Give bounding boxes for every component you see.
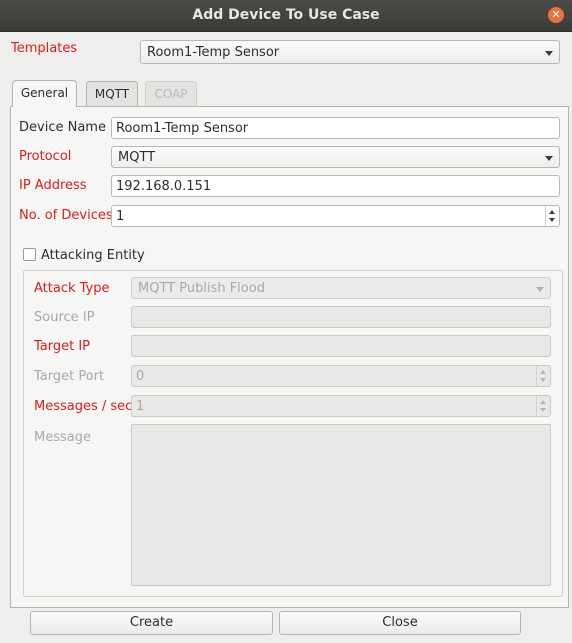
ip-address-value: 192.168.0.151 xyxy=(116,179,212,194)
chevron-down-icon xyxy=(545,156,553,161)
chevron-down-icon xyxy=(545,51,553,56)
tab-coap: COAP xyxy=(145,81,197,107)
attacking-entity-label: Attacking Entity xyxy=(41,248,145,263)
target-port-spinbox: 0 xyxy=(131,365,551,387)
spinner-arrows-icon xyxy=(536,366,550,386)
messages-per-sec-spinbox: 1 xyxy=(131,395,551,417)
protocol-select[interactable]: MQTT xyxy=(111,146,560,168)
message-label: Message xyxy=(34,430,91,445)
num-devices-label: No. of Devices xyxy=(19,208,113,223)
messages-per-sec-value: 1 xyxy=(136,399,145,414)
tab-mqtt[interactable]: MQTT xyxy=(86,81,138,107)
ip-address-input[interactable]: 192.168.0.151 xyxy=(111,175,560,197)
attack-type-select: MQTT Publish Flood xyxy=(131,277,551,299)
messages-per-sec-label: Messages / sec xyxy=(34,399,133,414)
spinner-arrows-icon[interactable] xyxy=(545,206,559,226)
protocol-value: MQTT xyxy=(118,150,156,165)
title-bar: Add Device To Use Case ✕ xyxy=(0,0,572,32)
tab-general[interactable]: General xyxy=(12,80,77,107)
attack-type-value: MQTT Publish Flood xyxy=(138,281,265,296)
device-name-label: Device Name xyxy=(19,120,106,135)
templates-value: Room1-Temp Sensor xyxy=(147,45,280,60)
num-devices-spinbox[interactable]: 1 xyxy=(111,205,560,227)
attacking-entity-checkbox[interactable] xyxy=(23,248,36,261)
spinner-arrows-icon xyxy=(536,396,550,416)
target-port-value: 0 xyxy=(136,369,145,384)
protocol-label: Protocol xyxy=(19,149,72,164)
window-title: Add Device To Use Case xyxy=(192,7,380,23)
target-port-label: Target Port xyxy=(34,369,105,384)
templates-label: Templates xyxy=(11,41,78,56)
message-textarea xyxy=(131,424,551,586)
ip-address-label: IP Address xyxy=(19,178,87,193)
num-devices-value: 1 xyxy=(116,209,125,224)
device-name-input[interactable]: Room1-Temp Sensor xyxy=(111,117,560,139)
attack-type-label: Attack Type xyxy=(34,281,110,296)
templates-select[interactable]: Room1-Temp Sensor xyxy=(140,40,560,64)
close-button[interactable]: Close xyxy=(279,611,521,635)
device-name-value: Room1-Temp Sensor xyxy=(116,121,249,136)
source-ip-label: Source IP xyxy=(34,310,95,325)
source-ip-input xyxy=(131,306,551,328)
target-ip-label: Target IP xyxy=(34,339,91,354)
close-icon[interactable]: ✕ xyxy=(548,7,564,23)
create-button[interactable]: Create xyxy=(30,611,273,635)
target-ip-input xyxy=(131,335,551,357)
chevron-down-icon xyxy=(536,287,544,292)
